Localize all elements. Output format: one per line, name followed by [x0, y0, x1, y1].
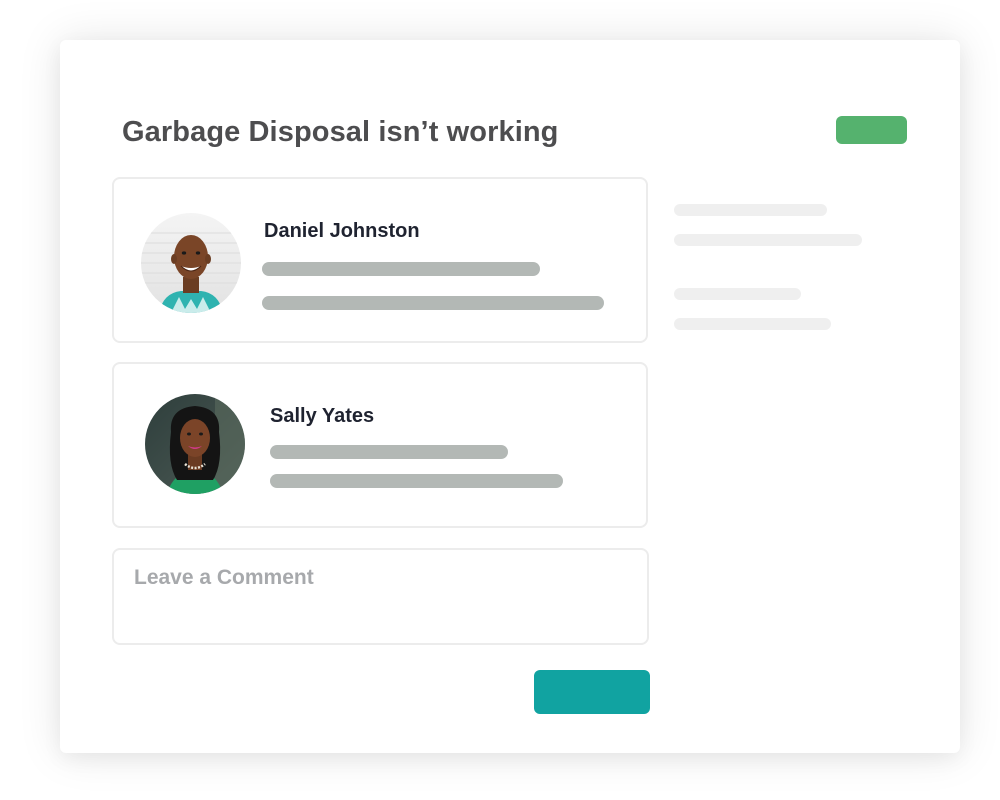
avatar-photo-icon	[141, 213, 241, 313]
sidebar-placeholder-line	[674, 318, 831, 330]
avatar-photo-icon	[145, 394, 245, 494]
submit-comment-button[interactable]	[534, 670, 650, 714]
comment-author: Daniel Johnston	[264, 220, 420, 242]
ticket-title: Garbage Disposal isn’t working	[122, 116, 559, 148]
sidebar-placeholder-line	[674, 288, 801, 300]
comment-author: Sally Yates	[270, 405, 375, 427]
avatar-daniel-johnston	[141, 213, 241, 313]
comment-card: Daniel Johnston	[112, 177, 648, 343]
avatar-sally-yates	[145, 394, 245, 494]
comment-input[interactable]	[112, 548, 649, 645]
stage: Garbage Disposal isn’t working Daniel Jo…	[0, 0, 1000, 800]
comment-text-line	[262, 262, 540, 276]
status-button[interactable]	[836, 116, 907, 144]
sidebar-placeholder-line	[674, 204, 827, 216]
sidebar-placeholder-line	[674, 234, 862, 246]
comment-text-line	[270, 445, 508, 459]
comment-text-line	[262, 296, 604, 310]
comment-card: Sally Yates	[112, 362, 648, 528]
comment-text-line	[270, 474, 563, 488]
